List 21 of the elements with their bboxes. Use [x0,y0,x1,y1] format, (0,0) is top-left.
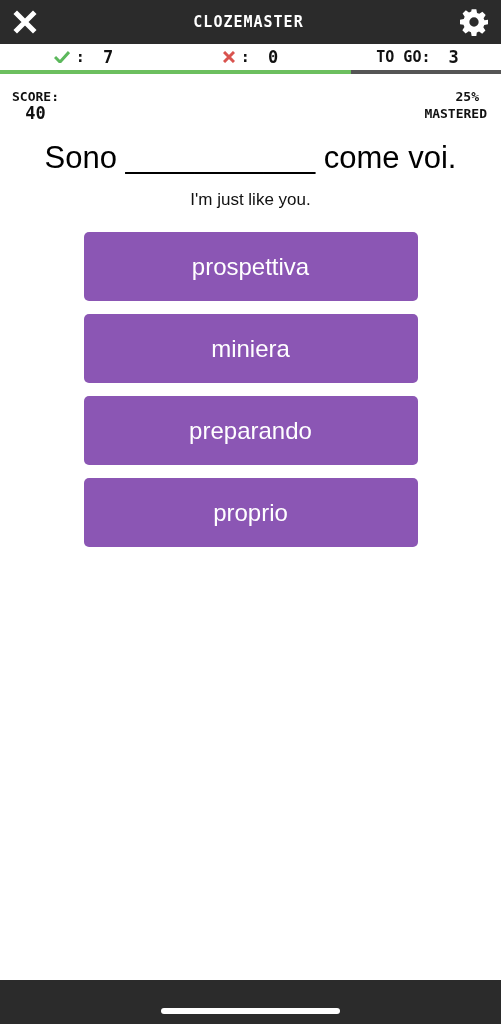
correct-label: : [75,48,85,66]
check-icon [53,51,70,63]
mastered-label: MASTERED [424,105,487,122]
mastered-percent: 25% [455,88,479,105]
score-value: 40 [25,105,46,122]
answer-button[interactable]: miniera [83,314,418,383]
wrong-count: 0 [267,47,279,67]
to-go-count: 3 [448,47,459,67]
close-icon[interactable] [13,10,37,34]
correct-count: 7 [102,47,114,67]
to-go-label: TO GO: [376,48,431,66]
answer-button[interactable]: preparando [83,396,418,465]
answer-button[interactable]: prospettiva [83,232,418,301]
settings-icon[interactable] [460,8,488,36]
cloze-sentence: Sono ___________ come voi. [43,140,458,176]
cross-icon [222,51,235,63]
score-label: SCORE: [12,88,59,105]
translation: I'm just like you. [189,190,312,210]
wrong-label: : [240,48,250,66]
app-title: CLOZEMASTER [193,13,304,31]
answer-button[interactable]: proprio [83,478,418,547]
